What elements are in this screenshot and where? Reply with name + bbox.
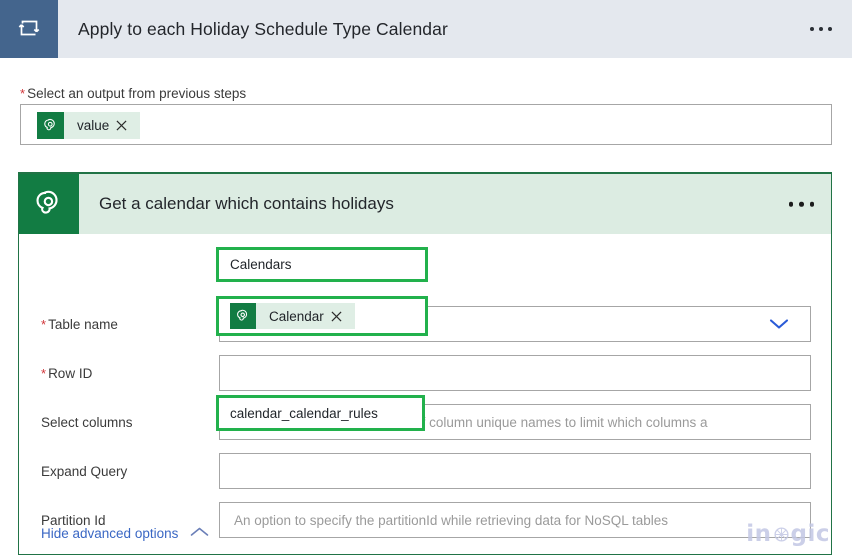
action-card-header[interactable]: Get a calendar which contains holidays [19,174,831,234]
field-label-select-columns: Select columns [41,415,133,430]
watermark-text-after: gic [790,521,830,547]
hide-advanced-options-link[interactable]: Hide advanced options [41,526,210,541]
field-label-text: Table name [48,316,118,332]
field-label-text: Select columns [41,414,133,430]
dataverse-icon [19,174,79,234]
row-id-input[interactable] [219,355,811,391]
foreach-input-field[interactable]: value [20,104,832,145]
table-name-value: Calendars [230,257,292,272]
field-label-text: Row ID [48,365,93,381]
partition-id-placeholder: An option to specify the partitionId whi… [234,512,668,528]
dataverse-icon [230,303,256,329]
field-label-text: Expand Query [41,463,128,479]
field-label-row-id: * Row ID [41,366,92,381]
expand-query-input[interactable] [219,453,811,489]
close-icon[interactable] [116,112,140,139]
loop-repeat-icon [0,0,58,58]
required-marker: * [20,86,26,101]
field-row-expand-query: Expand Query [19,453,833,489]
hide-advanced-options-label: Hide advanced options [41,526,179,541]
field-row-select-columns: Select columns Enter a comma-separated l… [19,404,833,440]
required-marker: * [41,316,47,332]
chevron-down-icon[interactable] [768,318,790,331]
dataverse-action-card: Get a calendar which contains holidays *… [18,172,832,555]
partition-id-input[interactable]: An option to specify the partitionId whi… [219,502,811,538]
action-card-title: Get a calendar which contains holidays [99,194,394,213]
foreach-token-label: value [77,118,110,133]
field-control-expand-query[interactable] [219,453,811,489]
ellipsis-icon[interactable] [810,27,832,31]
field-label-table-name: * Table name [41,317,118,332]
foreach-value-token[interactable]: value [37,112,141,139]
dataverse-icon [37,112,64,139]
ellipsis-icon[interactable] [788,201,814,207]
required-marker: * [41,365,47,381]
field-row-row-id: * Row ID [19,355,833,391]
watermark-text-before: in [746,521,772,547]
foreach-action-header[interactable]: Apply to each Holiday Schedule Type Cale… [0,0,852,58]
expand-query-value: calendar_calendar_rules [230,405,378,421]
row-id-token[interactable]: Calendar [230,303,355,329]
field-control-row-id[interactable] [219,355,811,391]
inogic-watermark: in gic [746,521,830,547]
watermark-logo-icon [773,526,790,543]
annotation-expand-query: calendar_calendar_rules [216,395,425,431]
annotation-table-name: Calendars [216,247,428,282]
flow-designer-screen: Apply to each Holiday Schedule Type Cale… [0,0,852,555]
foreach-input-label-text: Select an output from previous steps [27,86,247,101]
chevron-up-icon[interactable] [189,526,210,541]
page-title: Apply to each Holiday Schedule Type Cale… [78,18,448,39]
row-id-token-label: Calendar [269,308,324,324]
action-card-body: *Table name Calendars *Ro [19,234,831,555]
close-icon[interactable] [331,303,355,329]
annotation-row-id: Calendar [216,296,428,336]
field-label-expand-query: Expand Query [41,464,127,479]
field-control-partition-id[interactable]: An option to specify the partitionId whi… [219,502,811,538]
foreach-input-label: * Select an output from previous steps [20,86,246,101]
